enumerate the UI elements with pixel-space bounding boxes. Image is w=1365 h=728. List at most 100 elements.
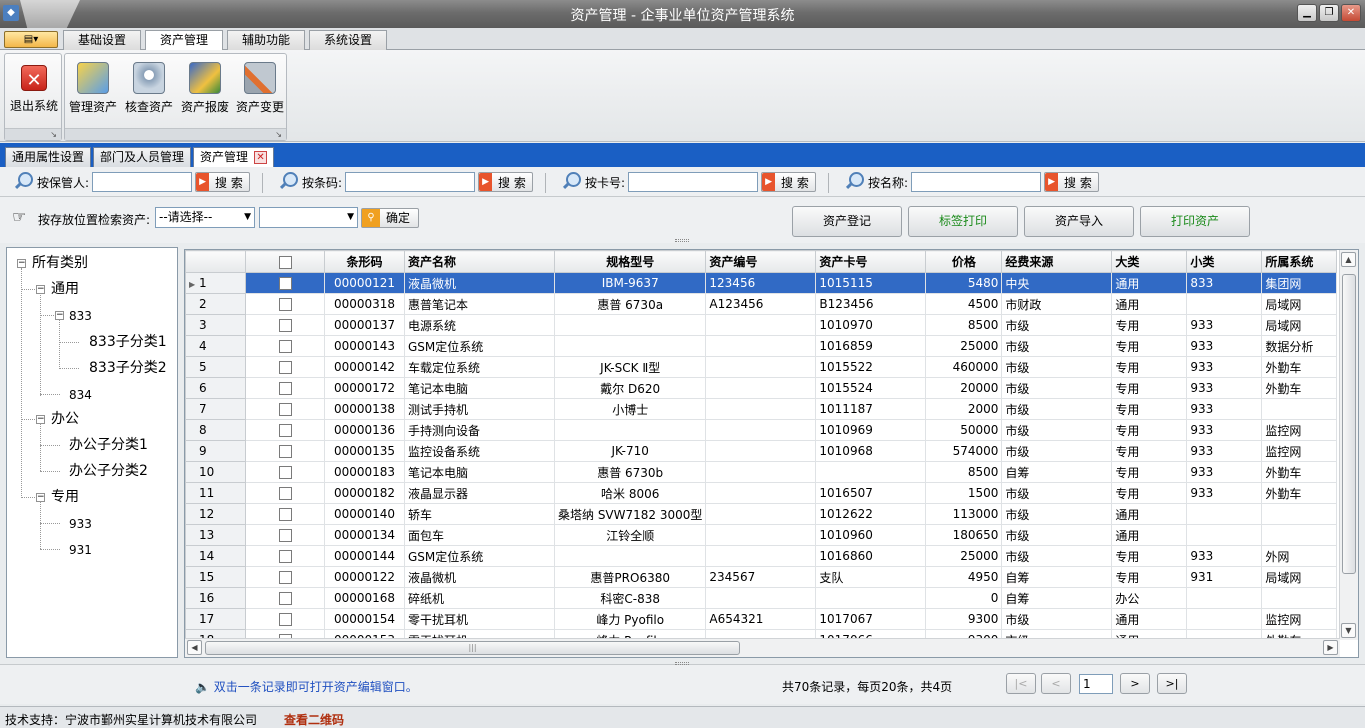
col-card-no[interactable]: 资产卡号: [815, 250, 927, 273]
cell-system[interactable]: 外勤车: [1261, 461, 1338, 483]
table-row[interactable]: 8 00000136 手持测向设备 1010969 50000 市级 专用 933 监控网: [185, 419, 1338, 441]
app-menu-button[interactable]: ▤▾: [4, 31, 58, 48]
cell-spec[interactable]: [553, 335, 707, 357]
doctab-common-attributes[interactable]: 通用属性设置: [5, 147, 92, 167]
row-select-cell[interactable]: [245, 314, 325, 336]
cell-funding[interactable]: 市财政: [1001, 293, 1113, 315]
cell-system[interactable]: 监控网: [1261, 419, 1338, 441]
cell-category[interactable]: 专用: [1111, 440, 1188, 462]
cell-card-no[interactable]: 1010969: [815, 419, 927, 441]
vertical-scroll-thumb[interactable]: [1342, 274, 1356, 574]
horizontal-scrollbar[interactable]: ◀ ||| ▶: [185, 638, 1340, 657]
cell-asset-name[interactable]: 液晶微机: [404, 566, 555, 588]
cell-subcategory[interactable]: 933: [1186, 482, 1263, 504]
cell-price[interactable]: 25000: [925, 335, 1003, 357]
row-select-cell[interactable]: [245, 566, 325, 588]
location-select-2[interactable]: ▼: [259, 207, 358, 228]
cell-funding[interactable]: 市级: [1001, 524, 1113, 546]
cell-category[interactable]: 专用: [1111, 377, 1188, 399]
cell-card-no[interactable]: 1017067: [815, 608, 927, 630]
scrap-assets-button[interactable]: 资产报废: [177, 58, 233, 115]
cell-asset-name[interactable]: 面包车: [404, 524, 555, 546]
tab-system-settings[interactable]: 系统设置: [309, 30, 387, 50]
cell-asset-no[interactable]: [705, 419, 817, 441]
col-funding[interactable]: 经费来源: [1001, 250, 1113, 273]
cell-system[interactable]: 局域网: [1261, 314, 1338, 336]
cell-barcode[interactable]: 00000134: [324, 524, 405, 546]
cell-asset-no[interactable]: [705, 545, 817, 567]
cell-asset-name[interactable]: 轿车: [404, 503, 555, 525]
check-assets-button[interactable]: 核查资产: [121, 58, 177, 115]
cell-price[interactable]: 9300: [925, 608, 1003, 630]
manage-assets-button[interactable]: 管理资产: [65, 58, 121, 115]
cell-asset-name[interactable]: 测试手持机: [404, 398, 555, 420]
cell-asset-name[interactable]: 笔记本电脑: [404, 461, 555, 483]
table-row[interactable]: 7 00000138 测试手持机 小博士 1011187 2000 市级 专用 933: [185, 398, 1338, 420]
col-price[interactable]: 价格: [925, 250, 1003, 273]
cell-asset-no[interactable]: [705, 503, 817, 525]
collapse-icon[interactable]: −: [17, 259, 26, 268]
cell-price[interactable]: 8500: [925, 461, 1003, 483]
cell-spec[interactable]: 小博士: [553, 398, 707, 420]
tree-node-833-sub2[interactable]: 833子分类2: [89, 360, 167, 376]
cell-price[interactable]: 25000: [925, 545, 1003, 567]
cell-system[interactable]: [1261, 524, 1338, 546]
cell-asset-no[interactable]: [705, 524, 817, 546]
tree-node-931[interactable]: 931: [69, 542, 92, 558]
cell-asset-no[interactable]: [705, 377, 817, 399]
cell-funding[interactable]: 市级: [1001, 545, 1113, 567]
tree-node-office-sub1[interactable]: 办公子分类1: [69, 437, 148, 453]
keeper-input[interactable]: [92, 172, 193, 192]
cell-funding[interactable]: 市级: [1001, 314, 1113, 336]
cell-barcode[interactable]: 00000154: [324, 608, 405, 630]
cell-subcategory[interactable]: 931: [1186, 566, 1263, 588]
cell-spec[interactable]: 哈米 8006: [553, 482, 707, 504]
cell-asset-no[interactable]: [705, 440, 817, 462]
col-barcode[interactable]: 条形码: [324, 250, 405, 273]
scroll-up-icon[interactable]: ▲: [1341, 252, 1356, 267]
cell-barcode[interactable]: 00000318: [324, 293, 405, 315]
cell-subcategory[interactable]: [1186, 524, 1263, 546]
cell-asset-name[interactable]: GSM定位系统: [404, 335, 555, 357]
cell-subcategory[interactable]: 833: [1186, 272, 1263, 294]
prev-page-button[interactable]: <: [1041, 673, 1071, 694]
cell-funding[interactable]: 市级: [1001, 356, 1113, 378]
cell-category[interactable]: 专用: [1111, 482, 1188, 504]
cell-barcode[interactable]: 00000140: [324, 503, 405, 525]
cell-system[interactable]: 外勤车: [1261, 377, 1338, 399]
label-print-button[interactable]: 标签打印: [908, 206, 1018, 237]
cell-funding[interactable]: 自筹: [1001, 461, 1113, 483]
tree-node-office-sub2[interactable]: 办公子分类2: [69, 463, 148, 479]
row-select-cell[interactable]: [245, 608, 325, 630]
cell-price[interactable]: 5480: [925, 272, 1003, 294]
collapse-icon[interactable]: −: [36, 285, 45, 294]
cell-funding[interactable]: 市级: [1001, 503, 1113, 525]
cell-system[interactable]: [1261, 398, 1338, 420]
cell-system[interactable]: [1261, 503, 1338, 525]
cell-card-no[interactable]: 1011187: [815, 398, 927, 420]
tree-node-933[interactable]: 933: [69, 516, 92, 532]
cell-spec[interactable]: 惠普PRO6380: [553, 566, 707, 588]
cell-asset-name[interactable]: 车载定位系统: [404, 356, 555, 378]
row-select-cell[interactable]: [245, 335, 325, 357]
row-select-cell[interactable]: [245, 356, 325, 378]
cell-spec[interactable]: 桑塔纳 SVW7182 3000型: [553, 503, 707, 525]
cell-system[interactable]: 外勤车: [1261, 482, 1338, 504]
cell-system[interactable]: [1261, 587, 1338, 609]
tree-node-834[interactable]: 834: [69, 387, 92, 403]
tree-node-special[interactable]: 专用: [51, 489, 79, 505]
cell-spec[interactable]: 惠普 6730a: [553, 293, 707, 315]
cell-barcode[interactable]: 00000138: [324, 398, 405, 420]
location-select-1[interactable]: --请选择-- ▼: [155, 207, 255, 228]
table-row[interactable]: 10 00000183 笔记本电脑 惠普 6730b 8500 自筹 专用 933 外勤车: [185, 461, 1338, 483]
tab-basic-settings[interactable]: 基础设置: [63, 30, 141, 50]
row-select-cell[interactable]: [245, 587, 325, 609]
cell-funding[interactable]: 市级: [1001, 482, 1113, 504]
cell-card-no[interactable]: 1010968: [815, 440, 927, 462]
cell-spec[interactable]: 江铃全顺: [553, 524, 707, 546]
restore-button[interactable]: ❐: [1319, 4, 1339, 22]
cell-subcategory[interactable]: 933: [1186, 314, 1263, 336]
cell-asset-no[interactable]: [705, 335, 817, 357]
table-row[interactable]: 5 00000142 车载定位系统 JK-SCK Ⅱ型 1015522 460000 市级专…: [185, 356, 1338, 378]
cell-system[interactable]: 局域网: [1261, 293, 1338, 315]
